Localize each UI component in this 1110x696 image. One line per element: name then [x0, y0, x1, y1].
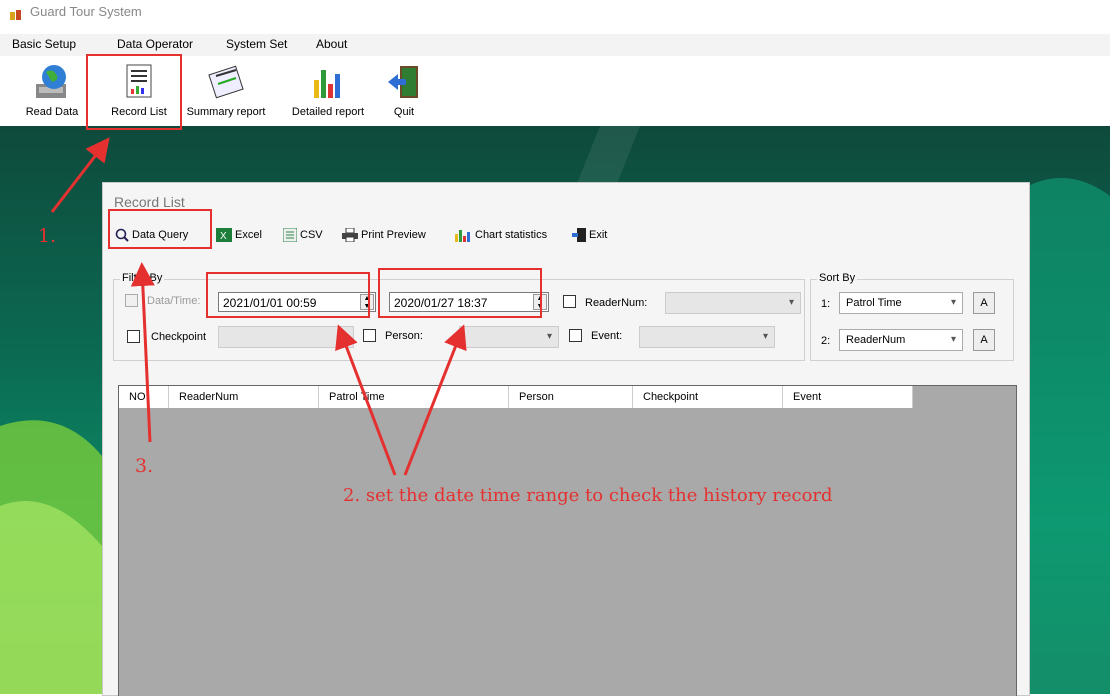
step-3-label: 3.: [135, 455, 154, 477]
step-2-label: 2. set the date time range to check the …: [343, 485, 833, 506]
step-1-label: 1.: [38, 225, 57, 247]
annotation-arrows: [50, 137, 467, 476]
